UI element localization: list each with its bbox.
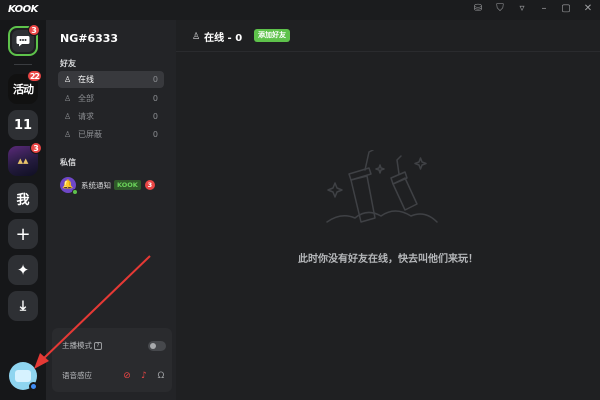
users-icon: ♙ xyxy=(64,94,72,103)
database-icon[interactable]: ⛁ xyxy=(472,3,484,15)
dm-system-notice[interactable]: 🔔 系统通知 KOOK 3 xyxy=(60,175,170,195)
dm-name: 系统通知 xyxy=(81,180,111,190)
online-count-label: 在线 - 0 xyxy=(204,33,243,44)
headphones-icon[interactable]: Ω xyxy=(156,371,166,381)
streamer-mode-label: 主播模式 xyxy=(62,341,92,350)
mic-muted-icon[interactable]: ♪ xyxy=(139,371,149,381)
streamer-mode-row: 主播模式 ? xyxy=(62,340,166,351)
plus-icon: + xyxy=(15,223,31,245)
kook-logo: KOOK xyxy=(8,4,38,15)
help-icon[interactable]: ? xyxy=(94,341,102,350)
unread-badge: 3 xyxy=(28,24,40,36)
add-server-button[interactable]: + xyxy=(8,219,38,249)
friends-tab-all[interactable]: ♙ 全部 0 xyxy=(58,90,164,107)
app-window: KOOK ⛁ ⛉ ▿ – ▢ ✕ 3 活动 22 11 ▲▲ 3 我 + ✦ ⤓… xyxy=(0,0,600,400)
unread-badge: 3 xyxy=(144,180,155,190)
tab-label: 已屏蔽 xyxy=(78,130,102,139)
add-friend-button[interactable]: 添加好友 xyxy=(254,29,290,42)
tab-label: 全部 xyxy=(78,94,94,103)
tab-label: 在线 xyxy=(78,75,94,84)
empty-cups-illustration xyxy=(326,150,438,223)
shirt-icon[interactable]: ⛉ xyxy=(494,3,506,15)
voice-controls: ⊘ ♪ Ω xyxy=(122,371,166,381)
friends-tab-blocked[interactable]: ♙ 已屏蔽 0 xyxy=(58,126,164,143)
server-label: 活动 xyxy=(13,83,34,96)
online-dot xyxy=(72,189,78,195)
user-avatar[interactable] xyxy=(9,362,38,391)
server-11[interactable]: 11 xyxy=(8,110,38,140)
server-activity[interactable]: 活动 22 xyxy=(8,70,42,104)
tab-label: 请求 xyxy=(78,112,94,121)
server-rail: 3 活动 22 11 ▲▲ 3 我 + ✦ ⤓ xyxy=(0,20,46,400)
server-game[interactable]: ▲▲ 3 xyxy=(8,142,42,176)
main-header: ♙ 在线 - 0 添加好友 xyxy=(176,20,600,52)
unread-badge: 22 xyxy=(26,70,42,82)
avatar-face-icon xyxy=(15,370,31,382)
download-button[interactable]: ⤓ xyxy=(8,291,38,321)
tab-count: 0 xyxy=(152,130,158,139)
friends-panel: NG#6333 好友 ♙ 在线 0 ♙ 全部 0 ♙ 请求 0 ♙ 已屏蔽 0 … xyxy=(46,20,176,400)
unread-badge: 3 xyxy=(30,142,42,154)
streamer-mode-toggle[interactable] xyxy=(148,340,166,351)
tab-count: 0 xyxy=(152,75,158,84)
user-icon: ♙ xyxy=(192,31,201,42)
username: NG#6333 xyxy=(60,32,119,45)
settings-card: 主播模式 ? 语音感应 ⊘ ♪ Ω xyxy=(52,328,172,392)
direct-messages-button[interactable]: 3 xyxy=(8,24,40,56)
rail-divider xyxy=(14,64,32,65)
friends-section-label: 好友 xyxy=(60,59,76,68)
minimize-icon[interactable]: – xyxy=(538,3,550,15)
server-label: 我 xyxy=(16,192,30,208)
explore-button[interactable]: ✦ xyxy=(8,255,38,285)
camera-off-icon[interactable]: ⊘ xyxy=(122,371,132,381)
friends-tab-requests[interactable]: ♙ 请求 0 xyxy=(58,108,164,125)
game-art-icon: ▲▲ xyxy=(17,157,29,165)
user-add-icon: ♙ xyxy=(64,112,72,121)
empty-state-message: 此时你没有好友在线，快去叫他们来玩！ xyxy=(298,254,478,265)
server-label: 11 xyxy=(13,117,33,133)
user-icon: ♙ xyxy=(64,75,72,84)
server-me[interactable]: 我 xyxy=(8,183,38,213)
window-controls: ⛁ ⛉ ▿ – ▢ ✕ xyxy=(472,3,594,15)
maximize-icon[interactable]: ▢ xyxy=(560,3,572,15)
voice-detect-label: 语音感应 xyxy=(62,371,92,380)
status-indicator xyxy=(29,382,38,391)
sparkle-icon: ✦ xyxy=(16,261,30,279)
online-heading: ♙ 在线 - 0 xyxy=(192,29,243,45)
title-bar: KOOK ⛁ ⛉ ▿ – ▢ ✕ xyxy=(0,0,600,20)
tab-count: 0 xyxy=(152,112,158,121)
user-block-icon: ♙ xyxy=(64,130,72,139)
tab-count: 0 xyxy=(152,94,158,103)
bell-icon: 🔔 xyxy=(60,177,78,195)
friends-tab-online[interactable]: ♙ 在线 0 xyxy=(58,71,164,88)
download-icon: ⤓ xyxy=(19,298,27,314)
dm-section-label: 私信 xyxy=(60,158,76,167)
filter-icon[interactable]: ▿ xyxy=(516,3,528,15)
official-tag: KOOK xyxy=(114,180,141,190)
close-icon[interactable]: ✕ xyxy=(582,3,594,15)
voice-detect-row: 语音感应 ⊘ ♪ Ω xyxy=(62,370,166,381)
main-content: ♙ 在线 - 0 添加好友 此时你没有好友在线，快去叫他们来玩！ xyxy=(176,20,600,400)
